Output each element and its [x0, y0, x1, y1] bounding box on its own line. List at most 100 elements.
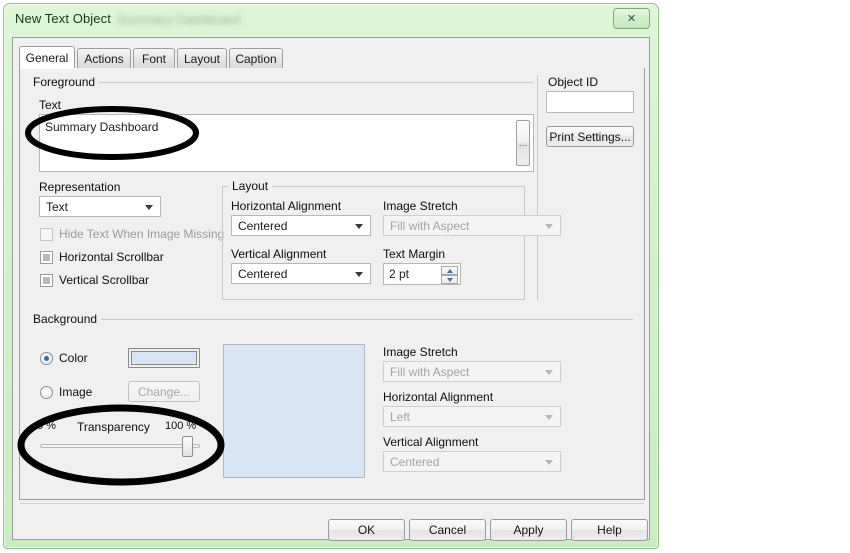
checkbox-hide-text-when-image-missing-label: Hide Text When Image Missing: [59, 227, 225, 241]
representation-value: Text: [46, 200, 69, 214]
stepper-up-button[interactable]: [441, 266, 458, 275]
checkbox-fill: [43, 277, 50, 284]
cancel-button[interactable]: Cancel: [409, 519, 486, 541]
background-horizontal-alignment-value: Left: [390, 410, 411, 424]
ok-button[interactable]: OK: [328, 519, 405, 541]
radio-background-image-label: Image: [59, 385, 93, 399]
transparency-max-label: 100 %: [165, 420, 197, 432]
close-button[interactable]: ✕: [613, 8, 650, 29]
tab-caption[interactable]: Caption: [229, 48, 283, 68]
layout-image-stretch-select[interactable]: Fill with Aspect: [383, 215, 561, 236]
layout-vertical-alignment-value: Centered: [238, 267, 288, 281]
tab-general[interactable]: General: [19, 46, 75, 69]
background-image-stretch-value: Fill with Aspect: [390, 365, 470, 379]
layout-horizontal-alignment-value: Centered: [238, 219, 288, 233]
layout-horizontal-alignment-select[interactable]: Centered: [231, 215, 371, 236]
change-image-label: Change...: [137, 384, 191, 399]
ellipsis-icon: ...: [518, 137, 528, 149]
layout-group-label: Layout: [228, 179, 273, 193]
transparency-slider-thumb[interactable]: [182, 436, 193, 457]
foreground-group-label: Foreground: [29, 75, 100, 89]
background-vertical-alignment-label: Vertical Alignment: [383, 435, 479, 449]
background-image-stretch-select[interactable]: Fill with Aspect: [383, 361, 561, 382]
checkbox-horizontal-scrollbar-label: Horizontal Scrollbar: [59, 250, 164, 264]
screenshot-root: Summary Dashboard New Text Object ✕ Gene…: [0, 0, 850, 553]
checkbox-vertical-scrollbar[interactable]: [40, 274, 53, 287]
layout-vertical-alignment-label: Vertical Alignment: [231, 247, 327, 261]
text-margin-label: Text Margin: [383, 247, 446, 261]
transparency-min-label: 0 %: [37, 420, 56, 432]
chevron-down-icon: [545, 369, 553, 375]
footer-divider: [20, 503, 644, 504]
tab-active-joint: [20, 68, 76, 69]
transparency-slider-track[interactable]: [40, 444, 200, 448]
background-vertical-alignment-value: Centered: [390, 455, 440, 469]
radio-background-color-label: Color: [59, 351, 88, 365]
radio-dot: [44, 356, 49, 361]
chevron-down-icon: [545, 223, 553, 229]
background-horizontal-alignment-select[interactable]: Left: [383, 406, 561, 427]
background-group-label: Background: [29, 312, 102, 326]
tab-font[interactable]: Font: [133, 48, 175, 68]
caret-down-icon: [446, 277, 453, 282]
object-id-input[interactable]: [546, 91, 634, 113]
tab-actions-label: Actions: [84, 51, 124, 66]
object-id-label: Object ID: [548, 75, 599, 89]
foreground-group-line: [91, 82, 533, 83]
title-bar[interactable]: Summary Dashboard New Text Object ✕: [4, 4, 658, 34]
representation-label: Representation: [39, 180, 121, 194]
transparency-label: Transparency: [77, 420, 150, 434]
help-button[interactable]: Help: [571, 519, 648, 541]
tab-general-label: General: [25, 51, 69, 65]
tab-actions[interactable]: Actions: [77, 48, 131, 68]
window-title: New Text Object: [15, 11, 111, 26]
background-vertical-alignment-select[interactable]: Centered: [383, 451, 561, 472]
apply-button[interactable]: Apply: [490, 519, 567, 541]
radio-background-color[interactable]: [40, 352, 53, 365]
cancel-label: Cancel: [428, 523, 467, 537]
layout-vertical-alignment-select[interactable]: Centered: [231, 263, 371, 284]
new-text-object-dialog: Summary Dashboard New Text Object ✕ Gene…: [3, 3, 659, 549]
chevron-down-icon: [355, 223, 363, 229]
tab-strip: General Actions Font Layout Caption: [19, 46, 649, 69]
help-label: Help: [597, 523, 622, 537]
text-margin-stepper[interactable]: 2 pt: [383, 263, 461, 285]
text-input[interactable]: Summary Dashboard: [39, 114, 534, 172]
checkbox-hide-text-when-image-missing[interactable]: [40, 228, 53, 241]
print-settings-button[interactable]: Print Settings...: [546, 126, 634, 147]
text-browse-button[interactable]: ...: [516, 120, 530, 166]
dialog-client-area: General Actions Font Layout Caption Fore…: [12, 37, 650, 541]
background-color-swatch[interactable]: [128, 348, 200, 368]
chevron-down-icon: [145, 204, 153, 210]
text-input-value: Summary Dashboard: [45, 120, 159, 134]
chevron-down-icon: [355, 271, 363, 277]
apply-label: Apply: [513, 523, 544, 537]
background-group-line: [95, 319, 633, 320]
caret-up-icon: [446, 268, 453, 273]
layout-image-stretch-value: Fill with Aspect: [390, 219, 470, 233]
tab-caption-label: Caption: [235, 51, 277, 66]
checkbox-vertical-scrollbar-label: Vertical Scrollbar: [59, 273, 150, 287]
tab-font-label: Font: [141, 51, 166, 66]
change-image-button[interactable]: Change...: [128, 381, 200, 402]
representation-select[interactable]: Text: [39, 196, 161, 217]
chevron-down-icon: [545, 459, 553, 465]
print-settings-label: Print Settings...: [549, 129, 631, 144]
tab-layout[interactable]: Layout: [177, 48, 227, 68]
tab-layout-label: Layout: [183, 51, 221, 66]
title-bar-ghost-text: Summary Dashboard: [117, 12, 240, 27]
text-margin-value: 2 pt: [389, 267, 410, 281]
text-field-label: Text: [39, 98, 62, 112]
checkbox-fill: [43, 254, 50, 261]
ok-label: OK: [357, 523, 376, 537]
background-horizontal-alignment-label: Horizontal Alignment: [383, 390, 494, 404]
radio-background-image[interactable]: [40, 386, 53, 399]
layout-horizontal-alignment-label: Horizontal Alignment: [231, 199, 342, 213]
background-preview: [223, 344, 365, 478]
stepper-down-button[interactable]: [441, 275, 458, 284]
layout-image-stretch-label: Image Stretch: [383, 199, 458, 213]
chevron-down-icon: [545, 414, 553, 420]
checkbox-horizontal-scrollbar[interactable]: [40, 251, 53, 264]
close-icon: ✕: [626, 12, 637, 25]
right-column-divider: [537, 75, 538, 300]
